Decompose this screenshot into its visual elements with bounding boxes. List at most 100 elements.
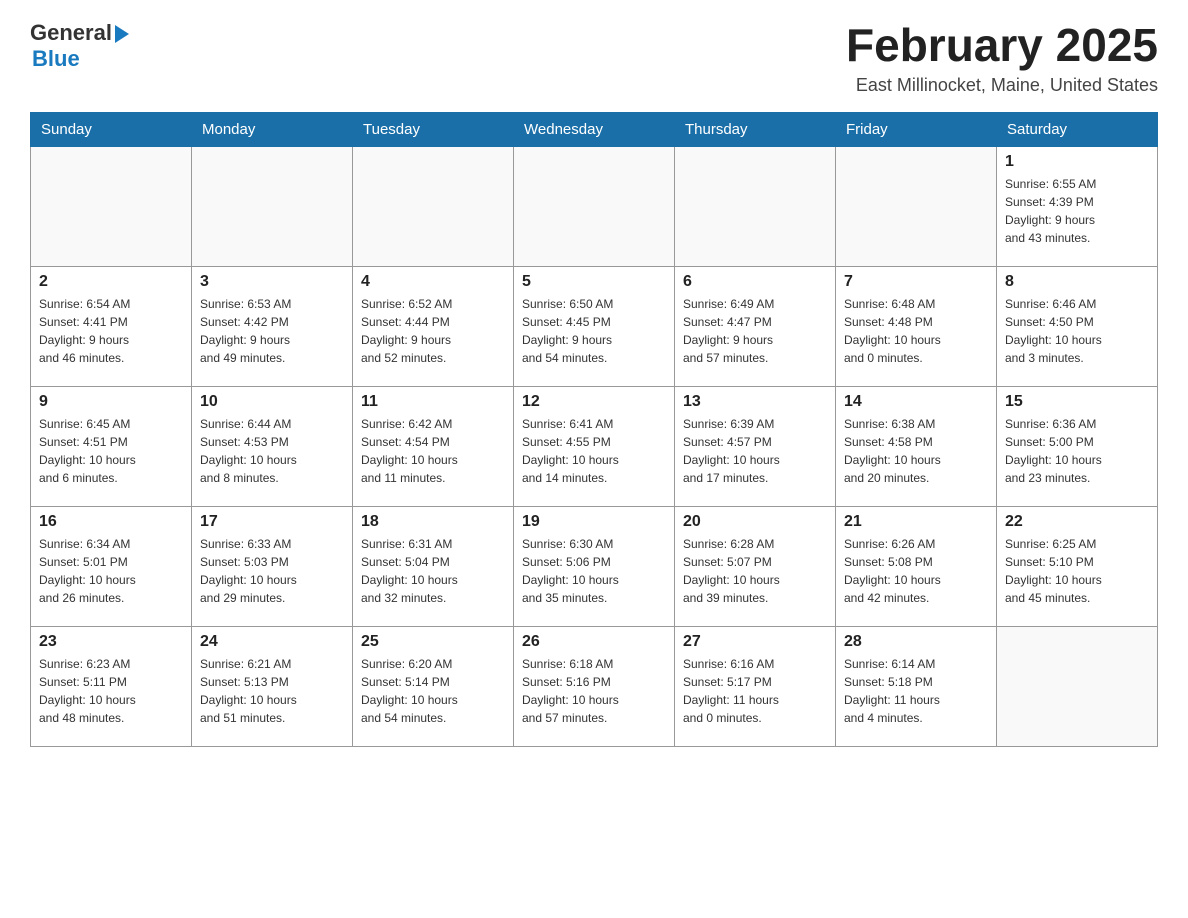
day-info: Sunrise: 6:41 AM Sunset: 4:55 PM Dayligh… — [522, 415, 666, 487]
calendar-cell: 19 Sunrise: 6:30 AM Sunset: 5:06 PM Dayli… — [514, 506, 675, 626]
calendar-cell: 2 Sunrise: 6:54 AM Sunset: 4:41 PM Daylig… — [31, 266, 192, 386]
day-number: 17 — [200, 513, 344, 531]
day-number: 6 — [683, 273, 827, 291]
calendar-week-row: 9 Sunrise: 6:45 AM Sunset: 4:51 PM Daylig… — [31, 386, 1158, 506]
day-info: Sunrise: 6:28 AM Sunset: 5:07 PM Dayligh… — [683, 535, 827, 607]
day-info: Sunrise: 6:49 AM Sunset: 4:47 PM Dayligh… — [683, 295, 827, 367]
day-info: Sunrise: 6:34 AM Sunset: 5:01 PM Dayligh… — [39, 535, 183, 607]
calendar-cell: 9 Sunrise: 6:45 AM Sunset: 4:51 PM Daylig… — [31, 386, 192, 506]
calendar-cell: 20 Sunrise: 6:28 AM Sunset: 5:07 PM Dayli… — [675, 506, 836, 626]
calendar-cell — [192, 146, 353, 266]
month-title: February 2025 — [846, 20, 1158, 71]
weekday-header-thursday: Thursday — [675, 112, 836, 146]
day-number: 8 — [1005, 273, 1149, 291]
day-number: 25 — [361, 633, 505, 651]
day-number: 21 — [844, 513, 988, 531]
day-info: Sunrise: 6:48 AM Sunset: 4:48 PM Dayligh… — [844, 295, 988, 367]
calendar-cell: 3 Sunrise: 6:53 AM Sunset: 4:42 PM Daylig… — [192, 266, 353, 386]
calendar-cell: 13 Sunrise: 6:39 AM Sunset: 4:57 PM Dayli… — [675, 386, 836, 506]
calendar-cell: 12 Sunrise: 6:41 AM Sunset: 4:55 PM Dayli… — [514, 386, 675, 506]
day-info: Sunrise: 6:46 AM Sunset: 4:50 PM Dayligh… — [1005, 295, 1149, 367]
calendar-cell — [353, 146, 514, 266]
day-number: 24 — [200, 633, 344, 651]
calendar-cell — [31, 146, 192, 266]
calendar-cell: 1 Sunrise: 6:55 AM Sunset: 4:39 PM Daylig… — [997, 146, 1158, 266]
weekday-header-friday: Friday — [836, 112, 997, 146]
day-number: 9 — [39, 393, 183, 411]
day-number: 27 — [683, 633, 827, 651]
calendar-cell: 21 Sunrise: 6:26 AM Sunset: 5:08 PM Dayli… — [836, 506, 997, 626]
calendar-cell: 23 Sunrise: 6:23 AM Sunset: 5:11 PM Dayli… — [31, 626, 192, 746]
calendar-cell: 17 Sunrise: 6:33 AM Sunset: 5:03 PM Dayli… — [192, 506, 353, 626]
calendar-cell: 28Sunrise: 6:14 AM Sunset: 5:18 PM Dayli… — [836, 626, 997, 746]
day-number: 5 — [522, 273, 666, 291]
logo-arrow-icon — [115, 25, 129, 43]
calendar-cell: 8 Sunrise: 6:46 AM Sunset: 4:50 PM Daylig… — [997, 266, 1158, 386]
calendar-cell: 10 Sunrise: 6:44 AM Sunset: 4:53 PM Dayli… — [192, 386, 353, 506]
weekday-header-wednesday: Wednesday — [514, 112, 675, 146]
day-info: Sunrise: 6:42 AM Sunset: 4:54 PM Dayligh… — [361, 415, 505, 487]
day-number: 16 — [39, 513, 183, 531]
day-number: 13 — [683, 393, 827, 411]
day-number: 11 — [361, 393, 505, 411]
day-number: 3 — [200, 273, 344, 291]
day-info: Sunrise: 6:38 AM Sunset: 4:58 PM Dayligh… — [844, 415, 988, 487]
day-number: 18 — [361, 513, 505, 531]
day-info: Sunrise: 6:55 AM Sunset: 4:39 PM Dayligh… — [1005, 175, 1149, 247]
weekday-header-tuesday: Tuesday — [353, 112, 514, 146]
location-subtitle: East Millinocket, Maine, United States — [846, 75, 1158, 96]
day-info: Sunrise: 6:44 AM Sunset: 4:53 PM Dayligh… — [200, 415, 344, 487]
calendar-cell: 24 Sunrise: 6:21 AM Sunset: 5:13 PM Dayli… — [192, 626, 353, 746]
day-info: Sunrise: 6:54 AM Sunset: 4:41 PM Dayligh… — [39, 295, 183, 367]
weekday-header-monday: Monday — [192, 112, 353, 146]
day-info: Sunrise: 6:53 AM Sunset: 4:42 PM Dayligh… — [200, 295, 344, 367]
title-block: February 2025 East Millinocket, Maine, U… — [846, 20, 1158, 96]
day-number: 1 — [1005, 153, 1149, 171]
calendar-cell: 7 Sunrise: 6:48 AM Sunset: 4:48 PM Daylig… — [836, 266, 997, 386]
calendar-cell: 16 Sunrise: 6:34 AM Sunset: 5:01 PM Dayli… — [31, 506, 192, 626]
day-number: 12 — [522, 393, 666, 411]
logo: General Blue — [30, 20, 129, 72]
day-info: Sunrise: 6:26 AM Sunset: 5:08 PM Dayligh… — [844, 535, 988, 607]
calendar-cell: 4Sunrise: 6:52 AM Sunset: 4:44 PM Daylig… — [353, 266, 514, 386]
logo-blue-text: Blue — [32, 46, 80, 72]
day-number: 14 — [844, 393, 988, 411]
day-number: 26 — [522, 633, 666, 651]
day-info: Sunrise: 6:16 AM Sunset: 5:17 PM Dayligh… — [683, 655, 827, 727]
logo-general-text: General — [30, 20, 112, 46]
calendar-cell: 25Sunrise: 6:20 AM Sunset: 5:14 PM Dayli… — [353, 626, 514, 746]
day-info: Sunrise: 6:31 AM Sunset: 5:04 PM Dayligh… — [361, 535, 505, 607]
calendar-cell — [675, 146, 836, 266]
day-info: Sunrise: 6:30 AM Sunset: 5:06 PM Dayligh… — [522, 535, 666, 607]
day-info: Sunrise: 6:36 AM Sunset: 5:00 PM Dayligh… — [1005, 415, 1149, 487]
day-number: 15 — [1005, 393, 1149, 411]
day-info: Sunrise: 6:23 AM Sunset: 5:11 PM Dayligh… — [39, 655, 183, 727]
day-number: 23 — [39, 633, 183, 651]
calendar-cell: 18 Sunrise: 6:31 AM Sunset: 5:04 PM Dayli… — [353, 506, 514, 626]
calendar-week-row: 16 Sunrise: 6:34 AM Sunset: 5:01 PM Dayli… — [31, 506, 1158, 626]
calendar-cell — [514, 146, 675, 266]
calendar-cell: 22Sunrise: 6:25 AM Sunset: 5:10 PM Dayli… — [997, 506, 1158, 626]
calendar-cell: 14 Sunrise: 6:38 AM Sunset: 4:58 PM Dayli… — [836, 386, 997, 506]
calendar-cell — [997, 626, 1158, 746]
weekday-header-row: SundayMondayTuesdayWednesdayThursdayFrid… — [31, 112, 1158, 146]
calendar-week-row: 23 Sunrise: 6:23 AM Sunset: 5:11 PM Dayli… — [31, 626, 1158, 746]
day-number: 20 — [683, 513, 827, 531]
day-info: Sunrise: 6:21 AM Sunset: 5:13 PM Dayligh… — [200, 655, 344, 727]
day-number: 19 — [522, 513, 666, 531]
calendar-cell: 26Sunrise: 6:18 AM Sunset: 5:16 PM Dayli… — [514, 626, 675, 746]
day-number: 2 — [39, 273, 183, 291]
weekday-header-sunday: Sunday — [31, 112, 192, 146]
day-number: 10 — [200, 393, 344, 411]
calendar-week-row: 2 Sunrise: 6:54 AM Sunset: 4:41 PM Daylig… — [31, 266, 1158, 386]
day-info: Sunrise: 6:39 AM Sunset: 4:57 PM Dayligh… — [683, 415, 827, 487]
day-info: Sunrise: 6:45 AM Sunset: 4:51 PM Dayligh… — [39, 415, 183, 487]
calendar-cell: 15 Sunrise: 6:36 AM Sunset: 5:00 PM Dayli… — [997, 386, 1158, 506]
calendar-cell: 5Sunrise: 6:50 AM Sunset: 4:45 PM Daylig… — [514, 266, 675, 386]
day-number: 7 — [844, 273, 988, 291]
day-number: 22 — [1005, 513, 1149, 531]
day-info: Sunrise: 6:33 AM Sunset: 5:03 PM Dayligh… — [200, 535, 344, 607]
calendar-cell: 27 Sunrise: 6:16 AM Sunset: 5:17 PM Dayli… — [675, 626, 836, 746]
calendar-table: SundayMondayTuesdayWednesdayThursdayFrid… — [30, 112, 1158, 747]
day-number: 4 — [361, 273, 505, 291]
